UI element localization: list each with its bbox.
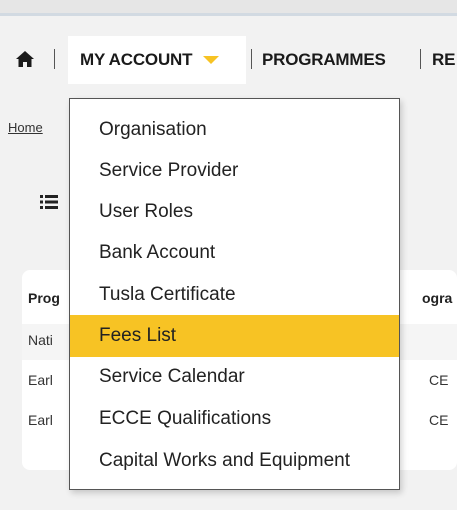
menu-item-capital-works[interactable]: Capital Works and Equipment <box>70 440 399 482</box>
menu-item-label: Service Calendar <box>99 366 245 387</box>
breadcrumb-home[interactable]: Home <box>8 120 43 135</box>
menu-item-label: ECCE Qualifications <box>99 408 272 429</box>
table-cell: Nati <box>28 332 53 348</box>
nav-separator <box>420 49 421 69</box>
menu-item-label: Capital Works and Equipment <box>99 450 350 471</box>
nav-separator <box>54 49 55 69</box>
nav-item-label: RE <box>432 50 456 69</box>
menu-item-label: User Roles <box>99 201 193 222</box>
menu-item-label: Tusla Certificate <box>99 284 236 305</box>
my-account-dropdown: Organisation Service Provider User Roles… <box>69 98 400 490</box>
menu-item-ecce-qualifications[interactable]: ECCE Qualifications <box>70 398 399 440</box>
nav-item-re[interactable]: RE <box>432 36 455 84</box>
menu-item-label: Fees List <box>99 325 177 346</box>
table-cell: CE <box>429 412 449 428</box>
menu-item-organisation[interactable]: Organisation <box>70 109 399 151</box>
top-strip <box>0 0 457 16</box>
menu-item-service-calendar[interactable]: Service Calendar <box>70 356 399 398</box>
menu-item-label: Bank Account <box>99 242 216 263</box>
menu-item-label: Service Provider <box>99 160 239 181</box>
menu-item-tusla-certificate[interactable]: Tusla Certificate <box>70 274 399 316</box>
menu-item-user-roles[interactable]: User Roles <box>70 191 399 233</box>
menu-item-label: Organisation <box>99 119 207 140</box>
menu-item-fees-list[interactable]: Fees List <box>70 315 399 357</box>
menu-item-service-provider[interactable]: Service Provider <box>70 150 399 192</box>
nav-separator <box>251 49 252 69</box>
nav-item-label: PROGRAMMES <box>262 50 386 69</box>
table-cell: Earl <box>28 412 53 428</box>
table-cell: Earl <box>28 372 53 388</box>
table-cell: CE <box>429 372 449 388</box>
nav-item-label: MY ACCOUNT <box>80 50 193 69</box>
main-navbar: MY ACCOUNT PROGRAMMES RE <box>0 36 457 84</box>
home-icon[interactable] <box>14 48 36 70</box>
nav-item-my-account[interactable]: MY ACCOUNT <box>68 36 246 84</box>
nav-item-programmes[interactable]: PROGRAMMES <box>262 36 386 84</box>
table-header-programme-2: ogra <box>422 290 453 306</box>
list-icon[interactable] <box>40 194 58 210</box>
chevron-down-icon <box>203 56 220 64</box>
menu-item-bank-account[interactable]: Bank Account <box>70 232 399 274</box>
table-header-programme: Prog <box>28 290 60 306</box>
